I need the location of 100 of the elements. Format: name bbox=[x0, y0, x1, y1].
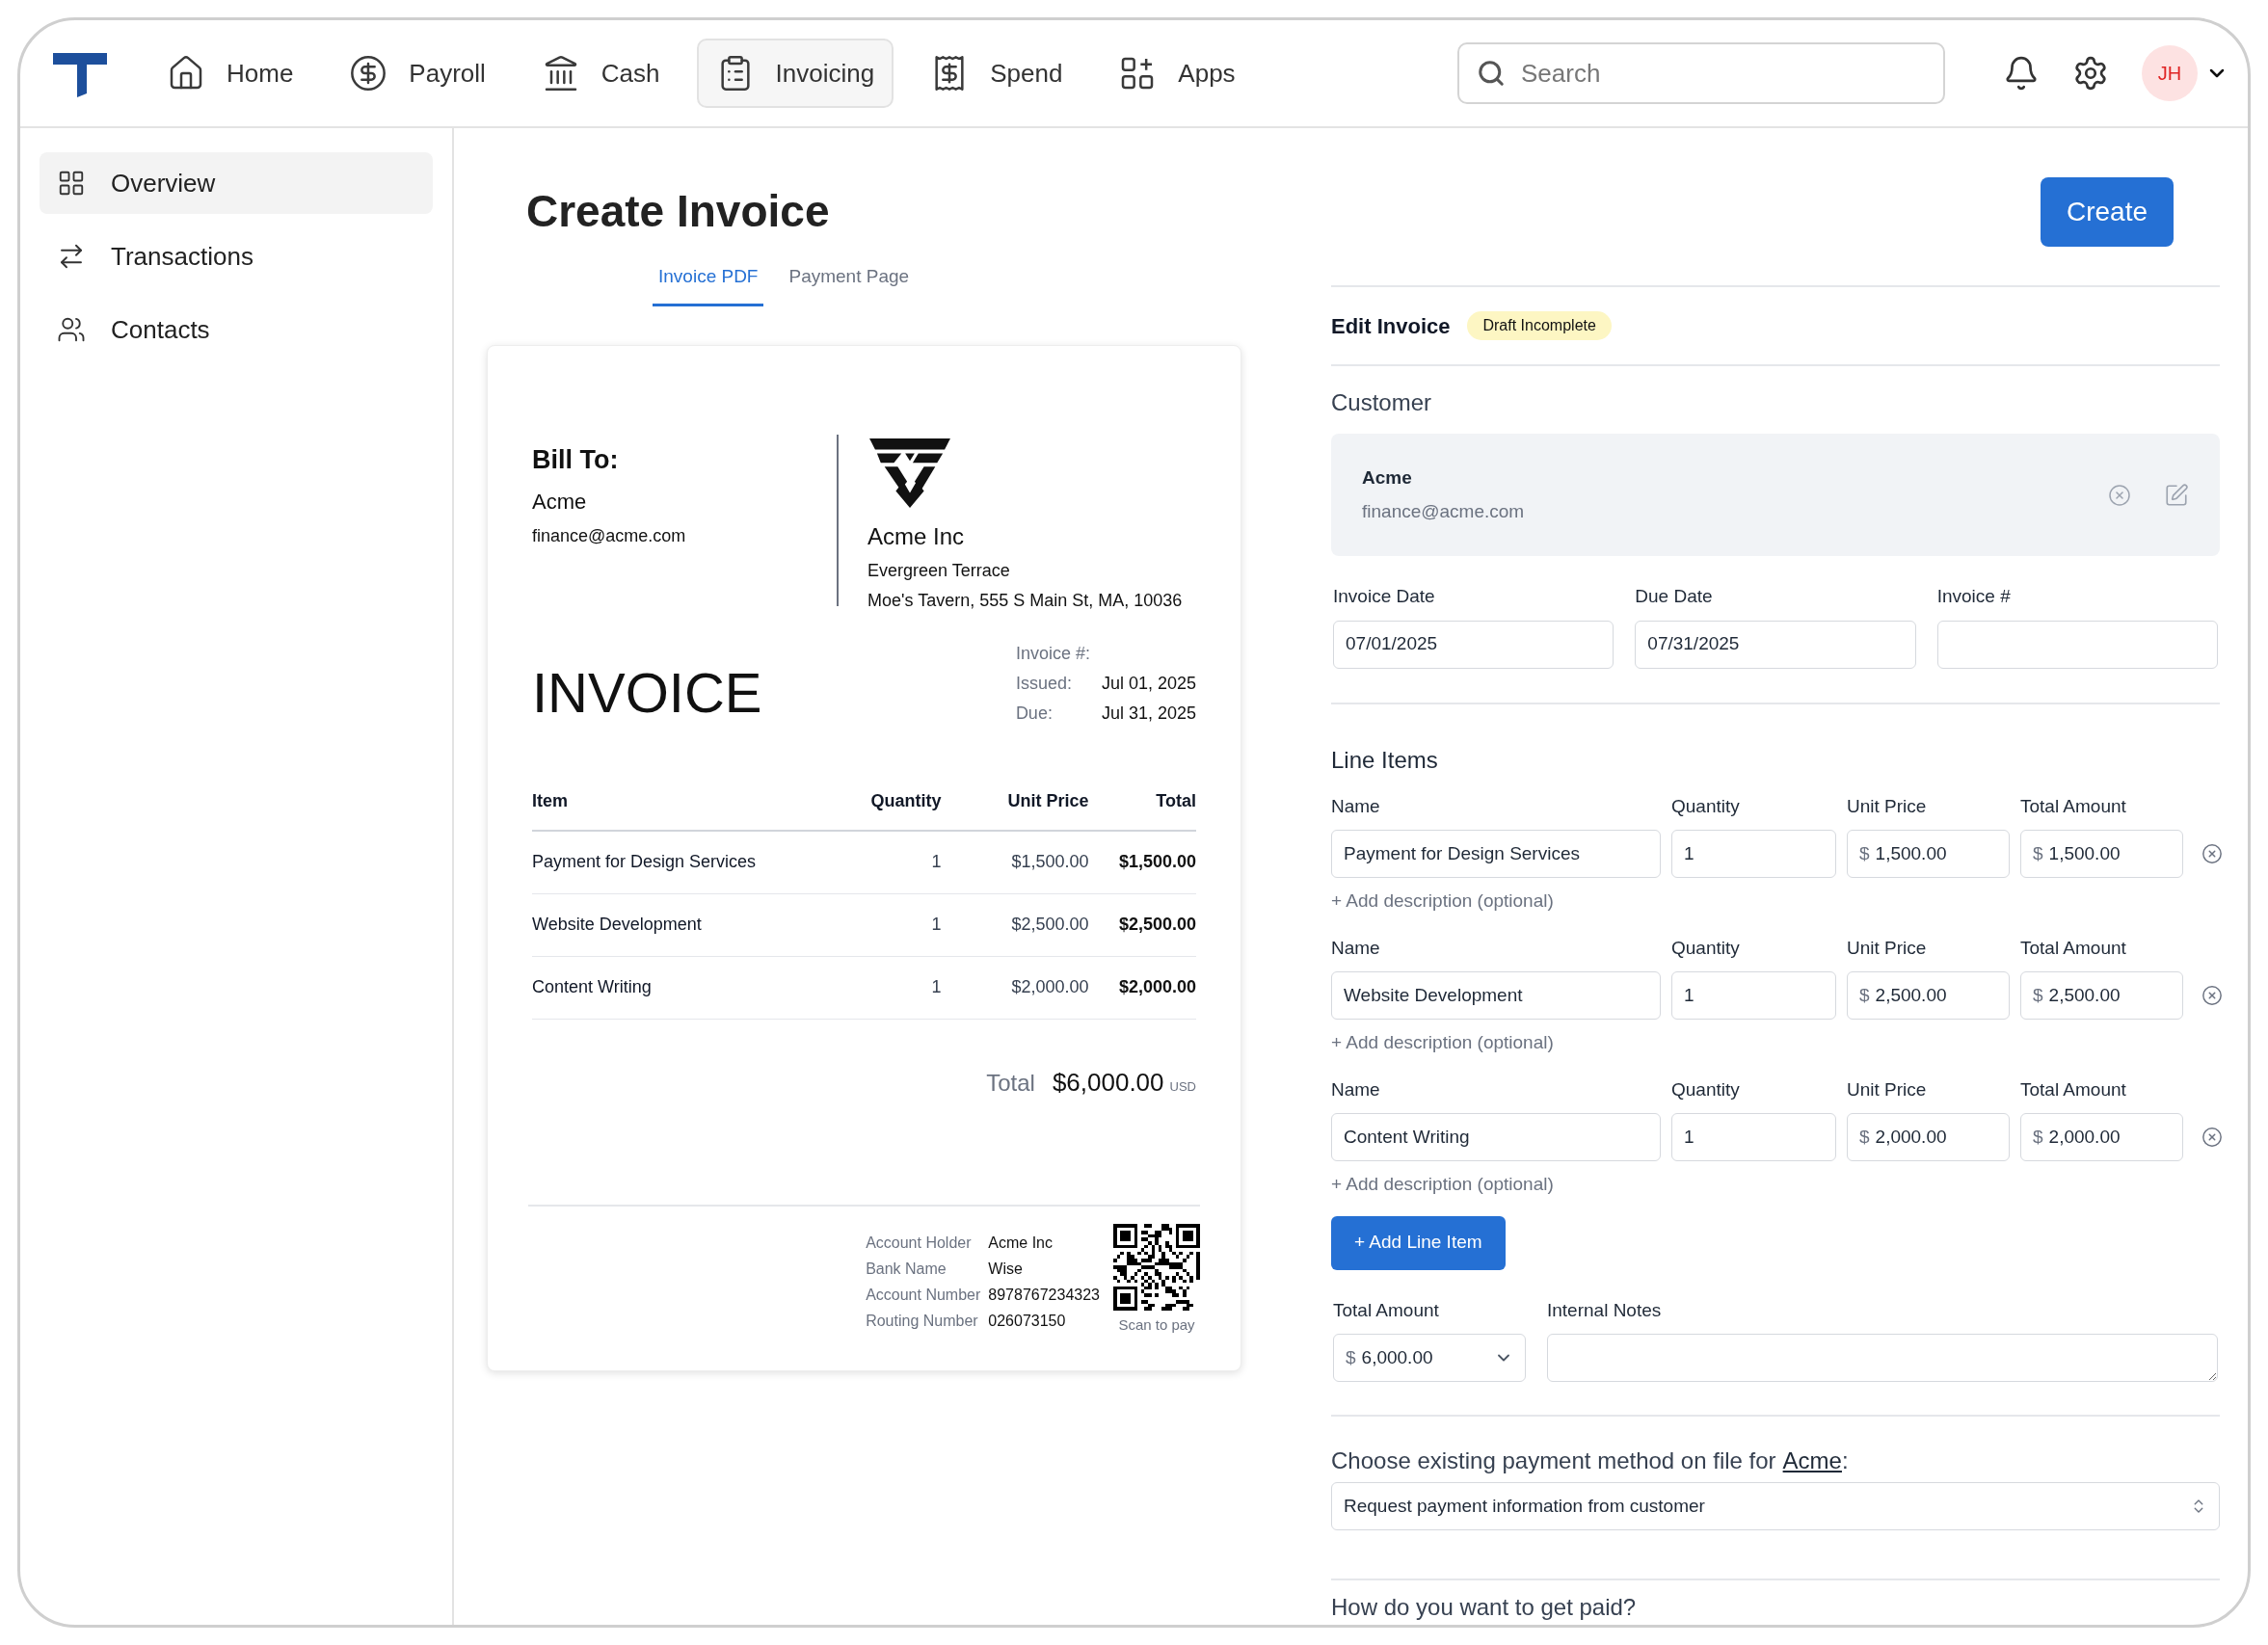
status-badge: Draft Incomplete bbox=[1467, 311, 1612, 340]
sidebar-item[interactable]: Contacts bbox=[40, 299, 433, 360]
field-value: 2,500.00 bbox=[2048, 983, 2121, 1007]
field-label: Quantity bbox=[1671, 936, 1741, 960]
date-field[interactable]: 07/31/2025 bbox=[1635, 620, 1916, 669]
column-header: Total bbox=[1088, 773, 1196, 831]
users-icon bbox=[57, 315, 86, 344]
tab[interactable]: Payment Page bbox=[783, 251, 916, 306]
currency-symbol: $ bbox=[2033, 841, 2043, 865]
field-value: 1 bbox=[1684, 983, 1694, 1007]
column-header: Item bbox=[532, 773, 843, 831]
add-description-link[interactable]: + Add description (optional) bbox=[1331, 1029, 1554, 1057]
line-items-heading: Line Items bbox=[1331, 745, 1439, 775]
field-label: Total Amount bbox=[2020, 1077, 2127, 1101]
qr-caption: Scan to pay bbox=[1118, 1314, 1195, 1335]
field-value: 2,500.00 bbox=[1875, 983, 1947, 1007]
quantity-field[interactable]: 1 bbox=[1671, 830, 1836, 878]
total-amount-select[interactable]: $ 6,000.00 bbox=[1333, 1334, 1526, 1382]
total-amount-field[interactable]: $ 2,500.00 bbox=[2020, 971, 2183, 1020]
get-paid-heading: How do you want to get paid? bbox=[1331, 1594, 1637, 1620]
field-label: Total Amount bbox=[2020, 794, 2127, 818]
tab[interactable]: Invoice PDF bbox=[653, 251, 764, 306]
table-cell: Content Writing bbox=[532, 956, 843, 1019]
quantity-field[interactable]: 1 bbox=[1671, 971, 1836, 1020]
total-amount: $6,000.00 bbox=[1052, 1066, 1164, 1099]
add-description-link[interactable]: + Add description (optional) bbox=[1331, 888, 1554, 915]
dollar-coin-icon bbox=[349, 54, 388, 93]
customer-name: Acme bbox=[1362, 466, 1413, 490]
table-cell: 1 bbox=[842, 956, 942, 1019]
bank-value: Wise bbox=[988, 1259, 1024, 1279]
field-label: Internal Notes bbox=[1547, 1298, 1663, 1322]
field-label: Total Amount bbox=[2020, 936, 2127, 960]
field-value: 2,000.00 bbox=[1875, 1125, 1947, 1149]
currency-symbol: $ bbox=[2033, 1125, 2043, 1149]
payment-method-select[interactable]: Request payment information from customer bbox=[1331, 1482, 2220, 1530]
table-cell: $2,500.00 bbox=[941, 893, 1089, 956]
field-value: 1,500.00 bbox=[2048, 841, 2121, 865]
customer-heading: Customer bbox=[1331, 389, 1432, 415]
nav-tab[interactable]: Spend bbox=[911, 39, 1082, 108]
table-cell: $2,000.00 bbox=[941, 956, 1089, 1019]
field-value: Payment for Design Services bbox=[1344, 841, 1580, 865]
nav-tab[interactable]: Payroll bbox=[330, 39, 505, 108]
item-name-field[interactable]: Content Writing bbox=[1331, 1113, 1661, 1161]
field-label: Name bbox=[1331, 1077, 1381, 1101]
add-description-link[interactable]: + Add description (optional) bbox=[1331, 1171, 1554, 1199]
sidebar-item[interactable]: Overview bbox=[40, 152, 433, 214]
company-address: Moe's Tavern, 555 S Main St, MA, 10036 bbox=[867, 590, 1183, 612]
bank-label: Routing Number bbox=[866, 1311, 979, 1331]
internal-notes-field[interactable] bbox=[1547, 1334, 2218, 1382]
search-field[interactable]: Search bbox=[1457, 42, 1945, 104]
field-value: 1,500.00 bbox=[1875, 841, 1947, 865]
bill-to-email: finance@acme.com bbox=[532, 524, 687, 547]
date-field[interactable]: 07/01/2025 bbox=[1333, 620, 1614, 669]
unit-price-field[interactable]: $ 2,000.00 bbox=[1847, 1113, 2010, 1161]
customer-email: finance@acme.com bbox=[1362, 499, 1525, 523]
field-label: Unit Price bbox=[1847, 936, 1928, 960]
nav-tab[interactable]: Home bbox=[147, 39, 313, 108]
quantity-field[interactable]: 1 bbox=[1671, 1113, 1836, 1161]
field-label: Quantity bbox=[1671, 1077, 1741, 1101]
nav-tab[interactable]: Cash bbox=[521, 39, 680, 108]
field-value: 07/31/2025 bbox=[1647, 632, 1740, 656]
table-cell: 1 bbox=[842, 893, 942, 956]
create-button[interactable]: Create bbox=[2041, 176, 2174, 247]
field-label: Name bbox=[1331, 936, 1381, 960]
currency-symbol: $ bbox=[2033, 983, 2043, 1007]
payment-method-prompt: Choose existing payment method on file for bbox=[1331, 1446, 1776, 1475]
item-name-field[interactable]: Website Development bbox=[1331, 971, 1661, 1020]
column-header: Quantity bbox=[842, 773, 942, 831]
settings-icon[interactable] bbox=[2072, 55, 2109, 92]
page-title: Create Invoice bbox=[526, 185, 830, 238]
meta-label: Issued: bbox=[1015, 673, 1073, 695]
bill-to-heading: Bill To: bbox=[532, 444, 620, 476]
customer-link[interactable]: Acme bbox=[1782, 1444, 1842, 1478]
table-cell: Website Development bbox=[532, 893, 843, 956]
edit-invoice-title: Edit Invoice bbox=[1331, 312, 1451, 340]
sidebar-item[interactable]: Transactions bbox=[40, 226, 433, 287]
table-cell: $1,500.00 bbox=[1088, 831, 1196, 893]
nav-tab[interactable]: Apps bbox=[1099, 39, 1255, 108]
unit-price-field[interactable]: $ 2,500.00 bbox=[1847, 971, 2010, 1020]
bank-label: Bank Name bbox=[866, 1259, 947, 1279]
field-label: Name bbox=[1331, 794, 1381, 818]
user-avatar[interactable]: JH bbox=[2142, 45, 2198, 101]
search-icon bbox=[1477, 59, 1506, 88]
field-value: 07/01/2025 bbox=[1346, 632, 1438, 656]
total-amount-field[interactable]: $ 2,000.00 bbox=[2020, 1113, 2183, 1161]
item-name-field[interactable]: Payment for Design Services bbox=[1331, 830, 1661, 878]
company-address: Evergreen Terrace bbox=[867, 560, 1011, 582]
field-label: Quantity bbox=[1671, 794, 1741, 818]
bill-to-name: Acme bbox=[532, 488, 588, 516]
bank-value: 026073150 bbox=[988, 1311, 1067, 1331]
meta-label: Due: bbox=[1015, 703, 1054, 725]
currency-symbol: $ bbox=[1859, 983, 1870, 1007]
total-amount-field[interactable]: $ 1,500.00 bbox=[2020, 830, 2183, 878]
add-line-item-button[interactable]: + Add Line Item bbox=[1331, 1215, 1506, 1270]
invoice-heading: INVOICE bbox=[532, 660, 762, 726]
column-header: Unit Price bbox=[941, 773, 1089, 831]
field-value: 2,000.00 bbox=[2048, 1125, 2121, 1149]
nav-tab[interactable]: Invoicing bbox=[696, 39, 894, 108]
date-field[interactable] bbox=[1936, 620, 2218, 669]
unit-price-field[interactable]: $ 1,500.00 bbox=[1847, 830, 2010, 878]
